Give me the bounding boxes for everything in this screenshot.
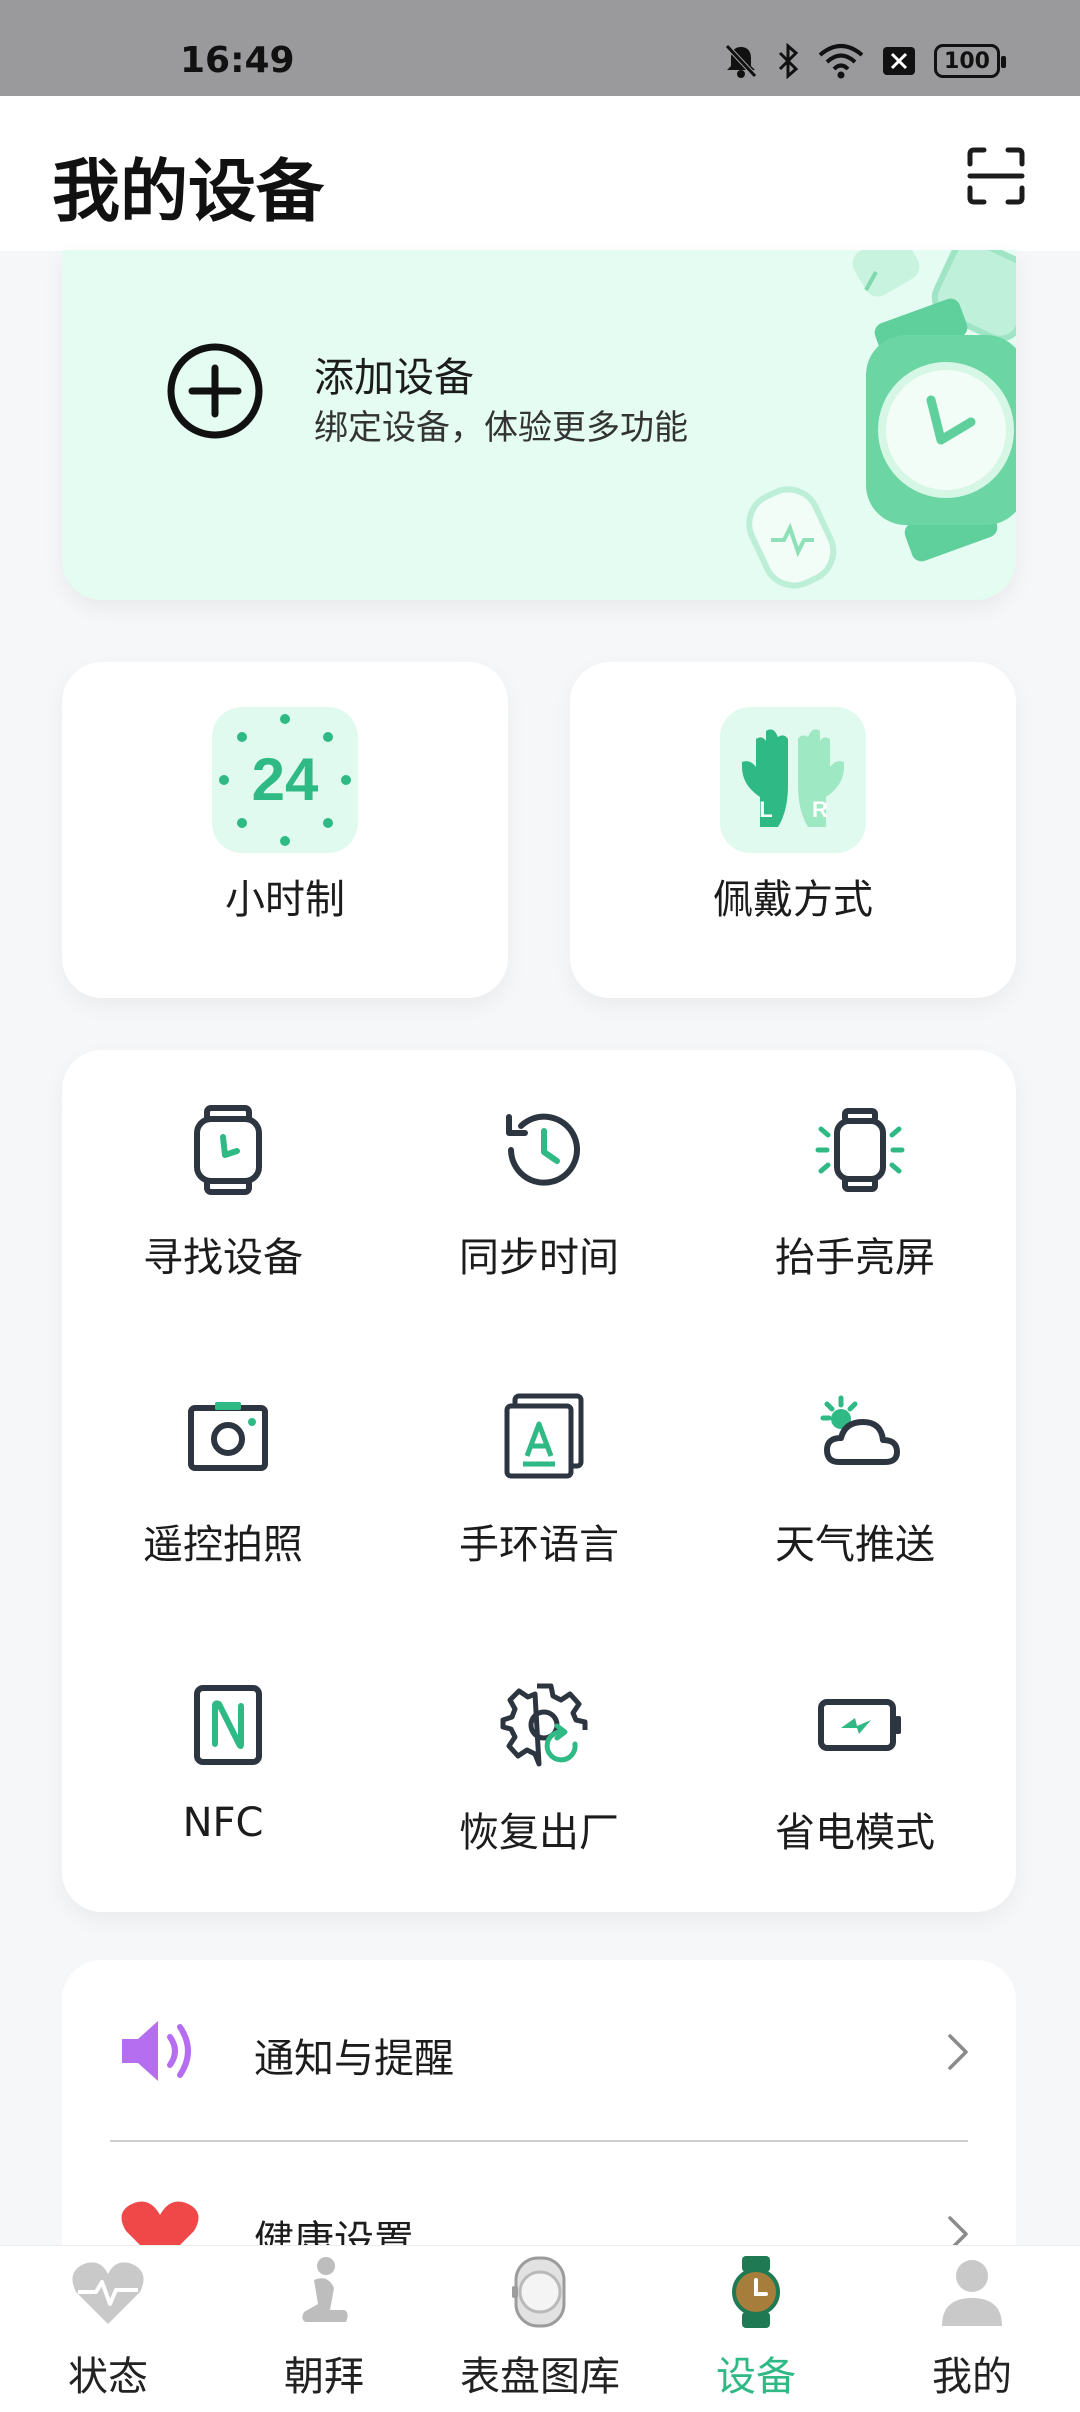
status-icons: 100 (724, 38, 1006, 84)
sim-off-icon (883, 47, 915, 75)
remote-camera-label: 遥控拍照 (143, 1522, 303, 1568)
hour-24-icon: 24 (219, 714, 351, 846)
tab-status[interactable]: 状态 (0, 2246, 216, 2412)
battery-indicator: 100 (934, 44, 1006, 78)
remote-camera-item[interactable]: 遥控拍照 (73, 1392, 373, 1592)
add-device-subtitle: 绑定设备，体验更多功能 (314, 408, 688, 448)
hour-format-badge: 24 (212, 707, 358, 853)
tab-prayer-label: 朝拜 (284, 2354, 364, 2400)
power-saving-item[interactable]: 省电模式 (705, 1680, 1005, 1880)
band-language-label: 手环语言 (459, 1522, 619, 1568)
sync-time-item[interactable]: 同步时间 (389, 1105, 689, 1305)
power-saving-label: 省电模式 (775, 1810, 935, 1856)
wear-mode-badge: L R (720, 707, 866, 853)
tab-prayer[interactable]: 朝拜 (216, 2246, 432, 2412)
add-device-title: 添加设备 (314, 355, 474, 401)
nfc-icon (194, 1685, 262, 1765)
hour-format-badge-text: 24 (252, 746, 319, 813)
notifications-row[interactable]: 通知与提醒 (62, 1960, 1016, 2140)
bluetooth-icon (778, 43, 799, 79)
hour-format-label: 小时制 (225, 877, 345, 923)
find-device-label: 寻找设备 (143, 1235, 303, 1281)
mute-icon (725, 44, 757, 78)
wear-mode-card[interactable]: L R 佩戴方式 (570, 662, 1016, 998)
raise-to-wake-label: 抬手亮屏 (775, 1235, 935, 1281)
watch-wake-icon (815, 1108, 905, 1192)
watch-find-icon (194, 1105, 262, 1195)
heart-rate-icon (72, 2262, 144, 2324)
nfc-item[interactable]: NFC (73, 1680, 373, 1880)
left-hand-letter: L (759, 797, 772, 822)
chevron-right-icon (948, 2034, 968, 2070)
scan-icon[interactable] (966, 146, 1026, 206)
feature-grid: 寻找设备 同步时间 抬手亮屏 遥控拍照 手环语言 天气推送 NFC 恢复出厂 省… (62, 1050, 1016, 1912)
tab-profile[interactable]: 我的 (864, 2246, 1080, 2412)
prayer-icon (302, 2257, 348, 2322)
nfc-label: NFC (182, 1800, 264, 1846)
clock-sync-icon (506, 1113, 580, 1186)
factory-reset-label: 恢复出厂 (459, 1810, 619, 1856)
weather-push-item[interactable]: 天气推送 (705, 1392, 1005, 1592)
factory-reset-item[interactable]: 恢复出厂 (389, 1680, 689, 1880)
bottom-tab-bar: 状态 朝拜 表盘图库 设备 我的 (0, 2245, 1080, 2412)
tab-status-label: 状态 (68, 2354, 148, 2400)
sync-time-label: 同步时间 (459, 1235, 619, 1281)
tab-profile-label: 我的 (932, 2354, 1012, 2400)
tab-watch-faces-label: 表盘图库 (460, 2354, 620, 2400)
page-title: 我的设备 (52, 153, 325, 232)
band-language-item[interactable]: 手环语言 (389, 1392, 689, 1592)
settings-list: 通知与提醒 健康设置 (62, 1960, 1016, 2260)
page-header: 我的设备 (0, 96, 1080, 251)
wifi-icon (818, 44, 864, 79)
hour-format-card[interactable]: 24 小时制 (62, 662, 508, 998)
find-device-item[interactable]: 寻找设备 (73, 1105, 373, 1305)
raise-to-wake-item[interactable]: 抬手亮屏 (705, 1105, 1005, 1305)
health-settings-row[interactable]: 健康设置 (62, 2142, 1016, 2260)
weather-icon (820, 1395, 900, 1465)
language-icon (504, 1393, 584, 1479)
weather-push-label: 天气推送 (775, 1522, 935, 1568)
tab-devices[interactable]: 设备 (648, 2246, 864, 2412)
add-device-card[interactable]: 添加设备 绑定设备，体验更多功能 (62, 250, 1016, 600)
hands-icon: L R (742, 729, 844, 827)
notifications-label: 通知与提醒 (254, 2036, 454, 2082)
tab-watch-faces[interactable]: 表盘图库 (432, 2246, 648, 2412)
camera-icon (188, 1402, 268, 1471)
wear-mode-label: 佩戴方式 (713, 877, 873, 923)
status-bar: 16:49 100 (0, 0, 1080, 96)
watch-face-icon (512, 2256, 566, 2328)
tab-devices-label: 设备 (716, 2354, 796, 2400)
factory-reset-icon (500, 1683, 588, 1767)
add-circle-icon (167, 343, 263, 439)
speaker-icon (122, 2021, 191, 2081)
right-hand-letter: R (812, 797, 828, 822)
profile-icon (942, 2260, 1002, 2326)
battery-saver-icon (818, 1699, 901, 1751)
watch-illustration-icon (746, 250, 1016, 589)
device-watch-icon (732, 2256, 780, 2328)
status-time: 16:49 (180, 40, 295, 81)
